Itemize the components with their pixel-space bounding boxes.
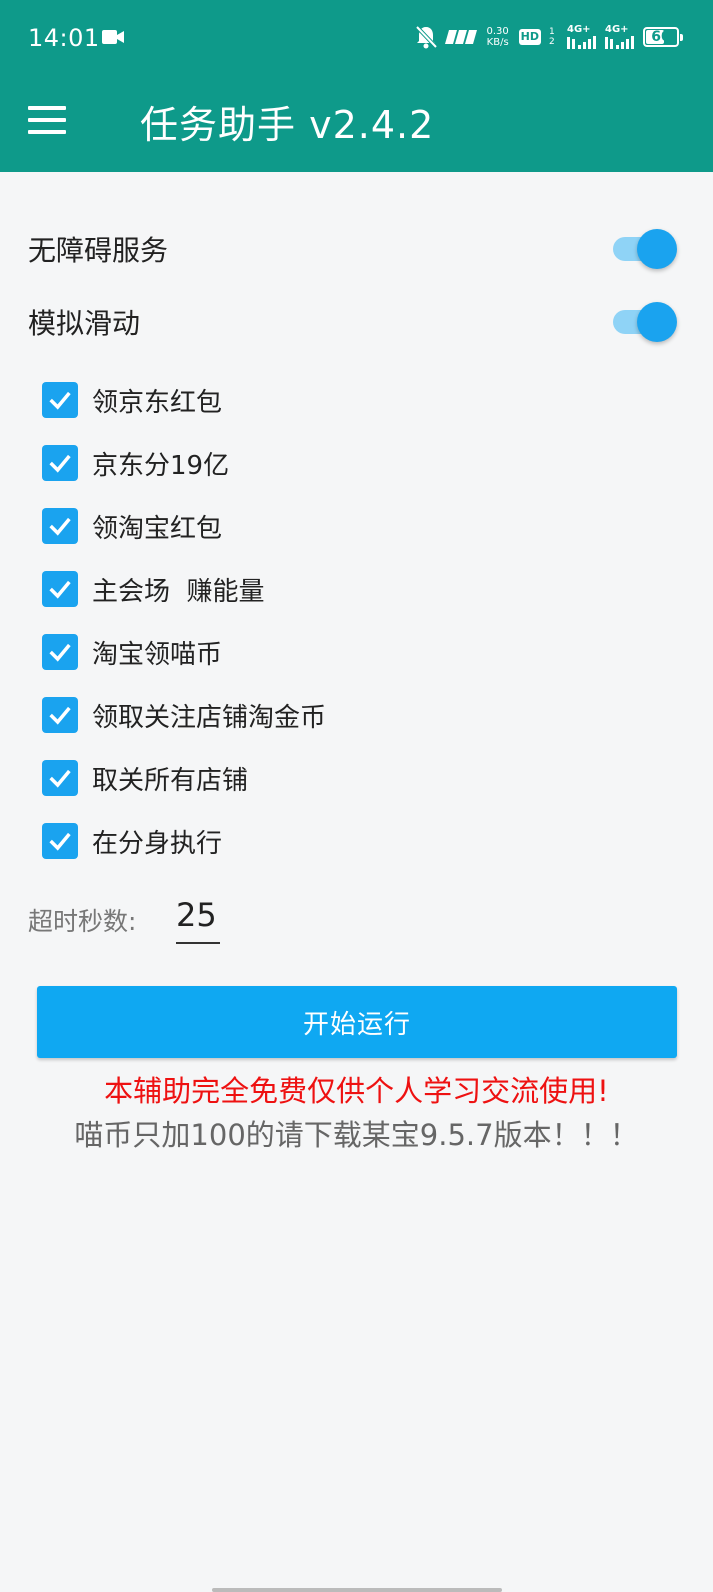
hamburger-icon <box>28 130 66 134</box>
checkbox-label: 主会场 赚能量 <box>92 576 265 607</box>
hamburger-icon <box>28 106 66 110</box>
signal-1: 4G+ <box>567 24 597 51</box>
menu-button[interactable] <box>28 96 76 144</box>
app-title: 任务助手 v2.4.2 <box>140 103 435 147</box>
checkbox[interactable] <box>42 571 78 607</box>
checkbox[interactable] <box>42 634 78 670</box>
switch-row-accessibility[interactable]: 无障碍服务 <box>0 219 713 279</box>
checkbox-label: 京东分19亿 <box>92 450 230 481</box>
checkbox-label: 领淘宝红包 <box>92 513 223 544</box>
switch-label: 模拟滑动 <box>28 307 141 340</box>
task-checkbox-row[interactable]: 京东分19亿 <box>42 443 229 483</box>
net-speed: 0.30 KB/s <box>485 26 511 48</box>
checkbox[interactable] <box>42 508 78 544</box>
task-checkbox-row[interactable]: 淘宝领喵币 <box>42 632 222 672</box>
check-icon <box>49 832 71 851</box>
checkbox[interactable] <box>42 760 78 796</box>
check-icon <box>49 580 71 599</box>
checkbox[interactable] <box>42 697 78 733</box>
timeout-input[interactable] <box>176 888 220 944</box>
carrier-logo-icon <box>444 30 477 44</box>
status-bar: 14:01 0.30 KB/s HD 1 2 4G+ 4G+ 60 <box>0 0 713 76</box>
net-speed-value: 0.30 <box>486 26 509 37</box>
checkbox[interactable] <box>42 823 78 859</box>
battery-icon: 60 <box>643 27 683 47</box>
simulate-swipe-toggle[interactable] <box>613 302 677 342</box>
check-icon <box>49 391 71 410</box>
version-notice: 喵币只加100的请下载某宝9.5.7版本！！！ <box>74 1118 639 1152</box>
check-icon <box>49 454 71 473</box>
app-root: 14:01 0.30 KB/s HD 1 2 4G+ 4G+ 60 任务助手 v… <box>0 0 713 1592</box>
check-icon <box>49 706 71 725</box>
checkbox-label: 在分身执行 <box>92 828 223 859</box>
checkbox-label: 取关所有店铺 <box>92 765 249 796</box>
free-notice: 本辅助完全免费仅供个人学习交流使用! <box>104 1074 609 1108</box>
toggle-thumb <box>637 302 677 342</box>
home-indicator[interactable] <box>212 1588 502 1592</box>
task-checkbox-row[interactable]: 领取关注店铺淘金币 <box>42 695 326 735</box>
check-icon <box>49 769 71 788</box>
checkbox-label: 领取关注店铺淘金币 <box>92 702 327 733</box>
status-time: 14:01 <box>28 24 100 52</box>
hd-badge: HD <box>518 29 541 45</box>
bell-off-icon <box>415 25 437 49</box>
check-icon <box>49 643 71 662</box>
net-speed-unit: KB/s <box>486 37 509 48</box>
check-icon <box>49 517 71 536</box>
signal-bars-icon <box>605 35 634 49</box>
start-button[interactable]: 开始运行 <box>37 986 677 1058</box>
timeout-label: 超时秒数: <box>28 907 137 936</box>
accessibility-toggle[interactable] <box>613 229 677 269</box>
task-checkbox-row[interactable]: 主会场 赚能量 <box>42 569 265 609</box>
hamburger-icon <box>28 118 66 122</box>
sim-slots: 1 2 <box>549 27 555 47</box>
checkbox-label: 淘宝领喵币 <box>92 639 223 670</box>
switch-row-simulate-swipe[interactable]: 模拟滑动 <box>0 292 713 352</box>
toggle-thumb <box>637 229 677 269</box>
task-checkbox-row[interactable]: 取关所有店铺 <box>42 758 248 798</box>
header: 14:01 0.30 KB/s HD 1 2 4G+ 4G+ 60 任务助手 v… <box>0 0 713 172</box>
task-checkbox-row[interactable]: 领京东红包 <box>42 380 222 420</box>
signal-1-label: 4G+ <box>567 23 591 35</box>
switch-label: 无障碍服务 <box>28 234 169 267</box>
signal-2-label: 4G+ <box>605 23 629 35</box>
checkbox[interactable] <box>42 382 78 418</box>
signal-bars-icon <box>567 35 596 49</box>
task-checkbox-row[interactable]: 领淘宝红包 <box>42 506 222 546</box>
checkbox[interactable] <box>42 445 78 481</box>
app-bar: 任务助手 v2.4.2 <box>0 76 713 172</box>
signal-2: 4G+ <box>605 24 635 51</box>
task-checkbox-row[interactable]: 在分身执行 <box>42 821 222 861</box>
video-camera-icon <box>102 30 124 44</box>
status-icons: 0.30 KB/s HD 1 2 4G+ 4G+ 60 <box>415 22 683 52</box>
checkbox-label: 领京东红包 <box>92 387 223 418</box>
battery-level: 60 <box>651 29 671 45</box>
